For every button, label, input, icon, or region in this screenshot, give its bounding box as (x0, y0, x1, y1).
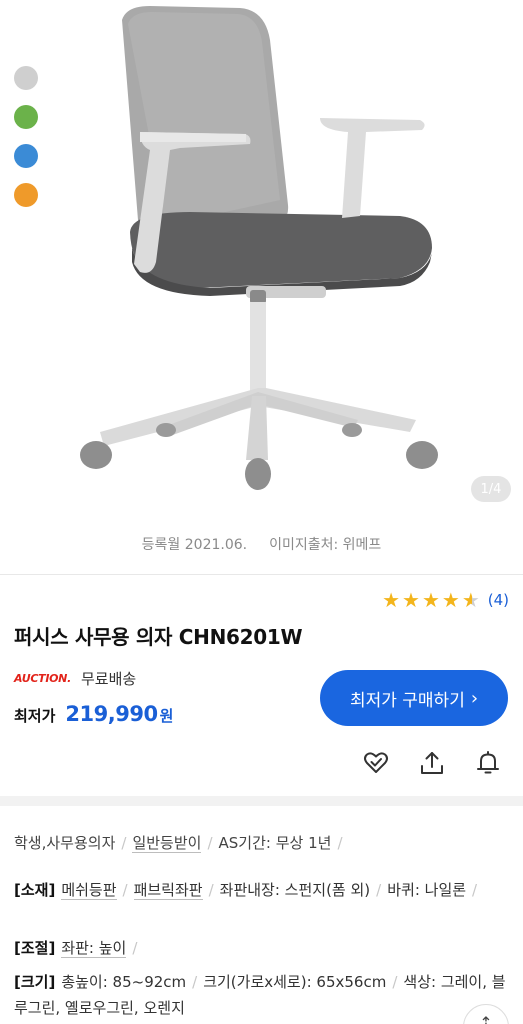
spec-item: 크기(가로x세로): 65x56cm (203, 973, 387, 991)
separator: / (472, 881, 478, 899)
tag-item: 학생,사무용의자 (14, 834, 116, 852)
color-swatch-blue[interactable] (14, 144, 38, 168)
tag-item: AS기간: 무상 1년 (218, 834, 332, 852)
seller-row: AUCTION. 무료배송 (14, 668, 136, 689)
buy-button-label: 최저가 구매하기 (349, 690, 465, 711)
arrow-up-icon: ⇡ (479, 1013, 493, 1024)
divider (0, 574, 523, 575)
separator: / (121, 834, 127, 852)
spec-item[interactable]: 패브릭좌판 (133, 881, 203, 900)
buy-lowest-price-button[interactable]: 최저가 구매하기 › (320, 670, 508, 726)
color-swatch-grey[interactable] (14, 66, 38, 90)
spec-label: [조절] (14, 939, 56, 957)
spec-item: 총높이: 85~92cm (61, 973, 187, 991)
separator: / (122, 881, 128, 899)
color-swatch-orange[interactable] (14, 183, 38, 207)
product-tags: 학생,사무용의자 / 일반등받이 / AS기간: 무상 1년 / (14, 832, 514, 853)
share-icon[interactable] (417, 748, 447, 778)
spec-adjust: [조절] 좌판: 높이 / (14, 935, 512, 961)
separator: / (192, 973, 198, 991)
review-count[interactable]: (4) (488, 591, 509, 609)
bell-icon[interactable] (473, 748, 503, 778)
spec-material: [소재] 메쉬등판 / 패브릭좌판 / 좌판내장: 스펀지(폼 외) / 바퀴: 나일론 / (14, 877, 512, 903)
color-swatches (14, 66, 38, 207)
color-swatch-green[interactable] (14, 105, 38, 129)
separator: / (132, 939, 138, 957)
price-unit: 원 (159, 707, 174, 725)
price-row: 최저가 219,990 원 (14, 702, 173, 726)
free-shipping-text: 무료배송 (80, 670, 137, 688)
section-divider (0, 796, 523, 806)
separator: / (392, 973, 398, 991)
star-icon: ★ (441, 588, 460, 612)
chevron-right-icon: › (470, 687, 479, 709)
separator: / (207, 834, 213, 852)
product-image-gallery[interactable]: 1/4 (0, 0, 523, 520)
price-label: 최저가 (14, 707, 56, 725)
half-star-icon: ★ (461, 588, 480, 612)
image-source: 이미지출처: 위메프 (269, 537, 382, 553)
spec-label: [소재] (14, 881, 56, 899)
rating[interactable]: ★ ★ ★ ★ ★ (4) (382, 590, 509, 610)
spec-item[interactable]: 좌판: 높이 (61, 939, 127, 958)
spec-item: 좌판내장: 스펀지(폼 외) (219, 881, 371, 899)
star-icon: ★ (402, 588, 420, 612)
image-page-counter: 1/4 (471, 476, 511, 502)
spec-label: [크기] (14, 973, 56, 991)
star-icon: ★ (382, 588, 400, 612)
auction-logo: AUCTION. (14, 672, 71, 685)
spec-item[interactable]: 메쉬등판 (61, 881, 117, 900)
separator: / (208, 881, 214, 899)
separator: / (337, 834, 343, 852)
product-meta: 등록월 2021.06. 이미지출처: 위메프 (0, 534, 523, 554)
registered-date: 등록월 2021.06. (141, 537, 248, 553)
star-icon: ★ (421, 588, 440, 612)
heart-check-icon[interactable] (361, 748, 391, 778)
spec-item: 바퀴: 나일론 (387, 881, 467, 899)
spec-size: [크기] 총높이: 85~92cm / 크기(가로x세로): 65x56cm / 색상: … (14, 969, 512, 1021)
product-title: 퍼시스 사무용 의자 CHN6201W (14, 625, 303, 649)
office-chair-image (80, 6, 438, 490)
tag-item[interactable]: 일반등받이 (132, 834, 202, 853)
separator: / (376, 881, 382, 899)
action-icons (361, 748, 503, 778)
price-value: 219,990 (65, 702, 158, 726)
